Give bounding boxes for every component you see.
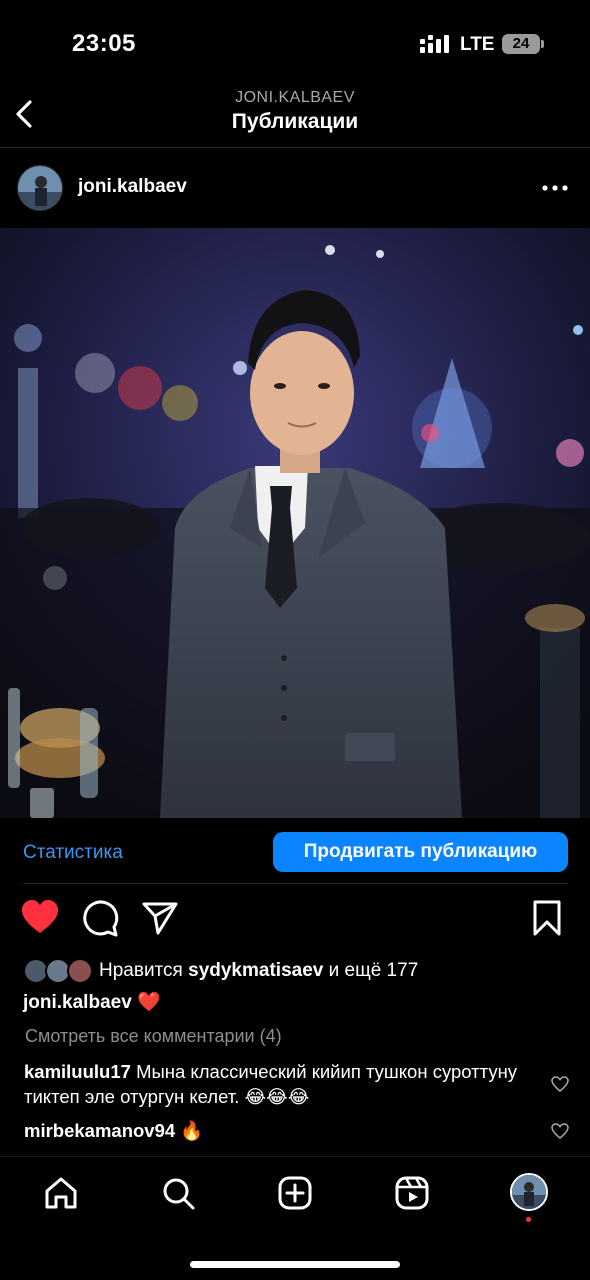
likes-prefix: Нравится [99,960,183,981]
likes-row[interactable]: Нравится sydykmatisaev и ещё 177 [23,958,583,986]
bottom-nav [0,1156,590,1280]
avatar[interactable] [17,165,63,211]
comment-icon[interactable] [80,898,120,938]
comment-heart-icon[interactable] [551,1123,569,1139]
comment-text: 🔥 [180,1120,204,1141]
header-subtitle: JONI.KALBAEV [235,89,355,106]
more-options-icon[interactable] [538,178,572,198]
likes-user[interactable]: sydykmatisaev [188,960,323,981]
home-icon[interactable] [43,1175,79,1211]
page-header: JONI.KALBAEV Публикации [0,88,590,148]
post-photo[interactable] [0,228,590,818]
send-icon[interactable] [140,898,180,938]
post-action-bar: Статистика Продвигать публикацию [0,818,590,884]
battery-tip [541,40,544,48]
statistics-link[interactable]: Статистика [23,842,123,864]
post-username[interactable]: joni.kalbaev [78,176,187,198]
caption-username[interactable]: joni.kalbaev [23,992,132,1013]
status-time: 23:05 [72,30,136,57]
status-bar: 23:05 LTE 24 [0,0,590,88]
comment-item: mirbekamanov94 🔥 [24,1118,544,1143]
caption-text: ❤️ [137,992,161,1013]
comment-item: kamiluulu17 Мына классический кийип тушк… [24,1059,544,1109]
comment-username[interactable]: mirbekamanov94 [24,1120,175,1141]
reels-icon[interactable] [394,1175,430,1211]
search-icon[interactable] [160,1175,196,1211]
likes-suffix[interactable]: и ещё 177 [329,960,419,981]
comment-heart-icon[interactable] [551,1076,569,1092]
post-icons-row [0,898,590,944]
comment-username[interactable]: kamiluulu17 [24,1061,131,1082]
post-caption: joni.kalbaev ❤️ [23,990,161,1014]
signal-icon [420,35,449,53]
avatar [67,958,93,984]
promote-button[interactable]: Продвигать публикацию [273,832,568,872]
divider [23,883,568,884]
post-header: joni.kalbaev [0,150,590,228]
bookmark-icon[interactable] [527,898,567,938]
view-all-comments-link[interactable]: Смотреть все комментарии (4) [25,1026,282,1047]
profile-avatar[interactable] [510,1173,548,1211]
liker-avatars [23,958,95,984]
notification-dot [526,1217,531,1222]
home-indicator [190,1261,400,1268]
create-post-icon[interactable] [277,1175,313,1211]
heart-icon[interactable] [20,898,60,938]
likes-text: Нравится sydykmatisaev и ещё 177 [99,960,418,982]
network-type: LTE [460,34,495,55]
page-title: Публикации [231,110,359,133]
battery-icon: 24 [502,34,540,54]
